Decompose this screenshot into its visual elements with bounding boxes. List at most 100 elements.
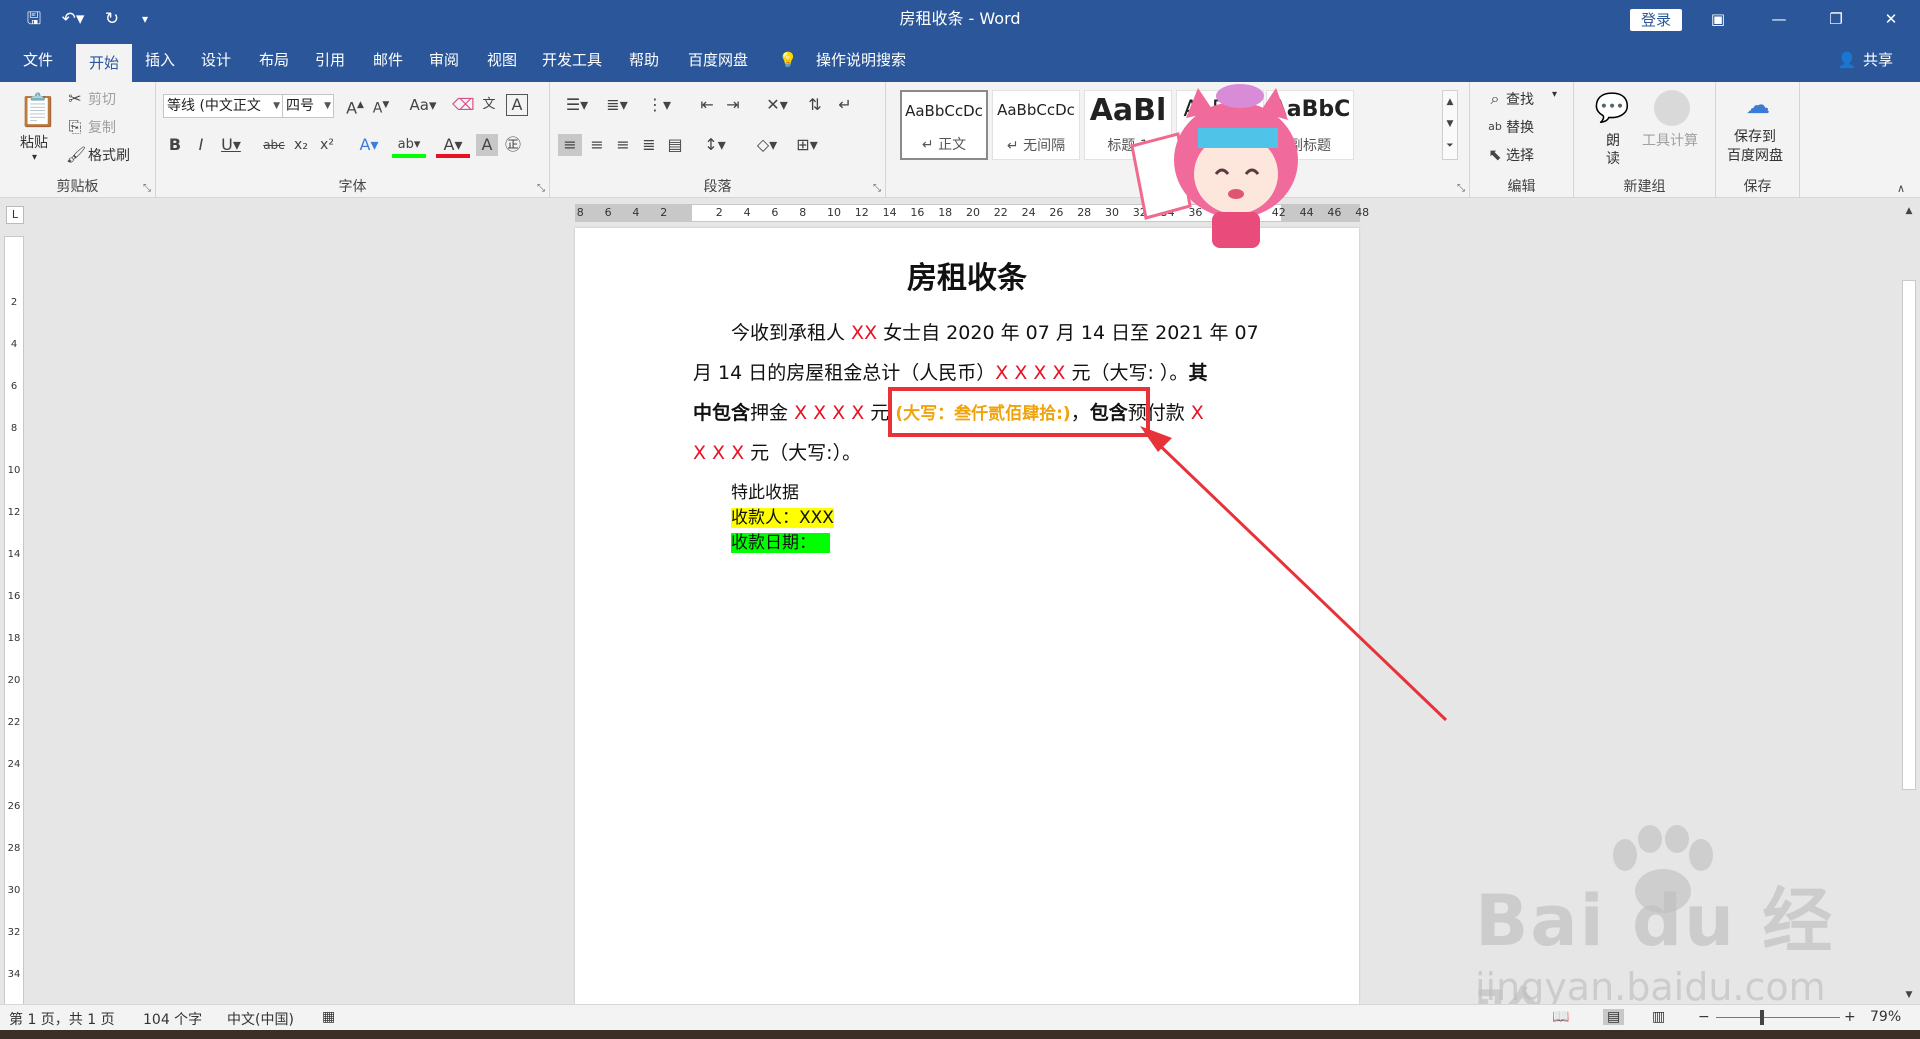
dialog-launcher-icon[interactable]: ⤡ [537, 183, 545, 194]
restore-icon[interactable]: ❐ [1813, 0, 1859, 38]
chevron-up-icon[interactable]: ▲ [1443, 91, 1457, 113]
format-painter-icon[interactable]: 🖌 [66, 144, 86, 166]
tab-view[interactable]: 视图 [478, 38, 526, 82]
read-aloud-button-line2[interactable]: 读 [1606, 148, 1620, 168]
search-icon[interactable]: ⌕ [1486, 88, 1504, 110]
paste-icon[interactable]: 📋 [18, 90, 58, 130]
web-layout-icon[interactable]: ▥ [1652, 1009, 1665, 1025]
copy-icon[interactable]: ⎘ [66, 116, 84, 138]
tab-layout[interactable]: 布局 [250, 38, 298, 82]
italic-icon[interactable]: I [192, 134, 210, 156]
minimize-icon[interactable]: — [1756, 0, 1802, 38]
save-to-baidu-label[interactable]: 百度网盘 [1727, 145, 1783, 165]
superscript-icon[interactable]: x² [316, 134, 338, 156]
show-marks-icon[interactable]: ↵ [834, 94, 856, 116]
font-color-icon[interactable]: A▾ [436, 134, 470, 158]
bold-icon[interactable]: B [166, 134, 184, 156]
share-button[interactable]: 共享 [1858, 38, 1898, 82]
chinese-layout-icon[interactable]: ✕▾ [760, 94, 794, 116]
underline-icon[interactable]: U▾ [216, 134, 246, 156]
replace-icon[interactable]: ab [1486, 116, 1504, 138]
borders-icon[interactable]: ⊞▾ [790, 134, 824, 156]
cut-button[interactable]: 剪切 [88, 89, 116, 109]
ribbon-display-options-icon[interactable]: ▣ [1695, 0, 1741, 38]
read-mode-icon[interactable]: 📖 [1552, 1009, 1569, 1025]
print-layout-icon[interactable]: ▤ [1603, 1009, 1625, 1025]
tab-references[interactable]: 引用 [306, 38, 354, 82]
strikethrough-icon[interactable]: abc [262, 134, 286, 156]
font-name-combo[interactable]: 等线 (中文正文 ▼ [163, 94, 283, 118]
align-center-icon[interactable]: ≡ [586, 134, 608, 156]
cut-icon[interactable]: ✂ [66, 88, 84, 110]
shrink-font-icon[interactable]: A▼ [370, 94, 392, 120]
tab-home[interactable]: 开始 [76, 44, 132, 82]
justify-icon[interactable]: ≣ [638, 134, 660, 156]
login-button[interactable]: 登录 [1630, 9, 1682, 31]
select-cursor-icon[interactable]: ⬉ [1486, 144, 1504, 166]
character-border-icon[interactable]: A [506, 94, 528, 116]
subscript-icon[interactable]: x₂ [290, 134, 312, 156]
text-effects-icon[interactable]: A▾ [352, 134, 386, 156]
tab-design[interactable]: 设计 [192, 38, 240, 82]
format-painter-button[interactable]: 格式刷 [88, 145, 130, 165]
tools-calc-icon[interactable] [1654, 90, 1690, 126]
bullets-icon[interactable]: ☰▾ [560, 94, 594, 116]
line-spacing-icon[interactable]: ↕▾ [698, 134, 732, 156]
macro-record-icon[interactable]: ▦ [322, 1009, 335, 1025]
word-count[interactable]: 104 个字 [143, 1009, 202, 1029]
sort-icon[interactable]: ⇅ [804, 94, 826, 116]
language[interactable]: 中文(中国) [227, 1009, 294, 1029]
copy-button[interactable]: 复制 [88, 117, 116, 137]
read-aloud-icon[interactable]: 💬 [1594, 90, 1630, 126]
align-left-icon[interactable]: ≡ [558, 134, 582, 156]
dialog-launcher-icon[interactable]: ⤡ [143, 183, 151, 194]
chevron-down-icon[interactable]: ▼ [1443, 113, 1457, 135]
baidu-netdisk-icon[interactable]: ☁ [1740, 90, 1776, 120]
distributed-icon[interactable]: ▤ [664, 134, 686, 156]
save-to-button[interactable]: 保存到 [1734, 126, 1776, 146]
zoom-level[interactable]: 79% [1870, 1009, 1901, 1025]
chevron-down-icon[interactable]: ▾ [1552, 89, 1557, 100]
tab-file[interactable]: 文件 [14, 38, 62, 82]
replace-button[interactable]: 替换 [1506, 117, 1534, 137]
vertical-scrollbar[interactable]: ▲ ▼ [1898, 200, 1920, 1006]
scrollbar-thumb[interactable] [1902, 280, 1916, 790]
tab-baidu-netdisk[interactable]: 百度网盘 [680, 38, 756, 82]
tab-insert[interactable]: 插入 [136, 38, 184, 82]
zoom-out-icon[interactable]: − [1698, 1009, 1710, 1025]
align-right-icon[interactable]: ≡ [612, 134, 634, 156]
more-styles-icon[interactable]: ⏷ [1443, 135, 1457, 157]
zoom-in-icon[interactable]: + [1844, 1009, 1856, 1025]
document-page[interactable]: 房租收条 今收到承租人 XX 女士自 2020 年 07 月 14 日至 202… [575, 228, 1359, 1004]
page-count[interactable]: 第 1 页，共 1 页 [9, 1009, 115, 1029]
highlight-color-icon[interactable]: ab▾ [392, 134, 426, 158]
select-button[interactable]: 选择 [1506, 145, 1534, 165]
decrease-indent-icon[interactable]: ⇤ [696, 94, 718, 116]
phonetic-guide-icon[interactable]: 文 [478, 94, 500, 116]
tab-review[interactable]: 审阅 [420, 38, 468, 82]
dialog-launcher-icon[interactable]: ⤡ [873, 183, 881, 194]
change-case-icon[interactable]: Aa▾ [406, 94, 440, 116]
close-icon[interactable]: ✕ [1868, 0, 1914, 38]
tab-help[interactable]: 帮助 [620, 38, 668, 82]
numbering-icon[interactable]: ≣▾ [600, 94, 634, 116]
read-aloud-button-line1[interactable]: 朗 [1606, 130, 1620, 150]
zoom-slider[interactable] [1716, 1017, 1840, 1018]
paste-button[interactable]: 粘贴 [20, 132, 48, 152]
style-normal[interactable]: AaBbCcDc ↵ 正文 [900, 90, 988, 160]
tab-selector[interactable]: L [6, 206, 24, 224]
style-no-spacing[interactable]: AaBbCcDc ↵ 无间隔 [992, 90, 1080, 160]
scroll-up-icon[interactable]: ▲ [1902, 200, 1916, 222]
vertical-ruler[interactable]: 24681012141618202224262830323436 [4, 236, 24, 1022]
tools-calc-button[interactable]: 工具计算 [1642, 130, 1698, 150]
find-button[interactable]: 查找 [1506, 89, 1534, 109]
dialog-launcher-icon[interactable]: ⤡ [1457, 183, 1465, 194]
enclose-characters-icon[interactable]: ㊣ [502, 134, 524, 156]
scroll-down-icon[interactable]: ▼ [1902, 984, 1916, 1006]
tab-developer[interactable]: 开发工具 [534, 38, 610, 82]
zoom-slider-thumb[interactable] [1760, 1010, 1764, 1025]
shading-icon[interactable]: ◇▾ [750, 134, 784, 156]
clear-formatting-icon[interactable]: ⌫ [452, 94, 475, 116]
increase-indent-icon[interactable]: ⇥ [722, 94, 744, 116]
tab-mailings[interactable]: 邮件 [364, 38, 412, 82]
